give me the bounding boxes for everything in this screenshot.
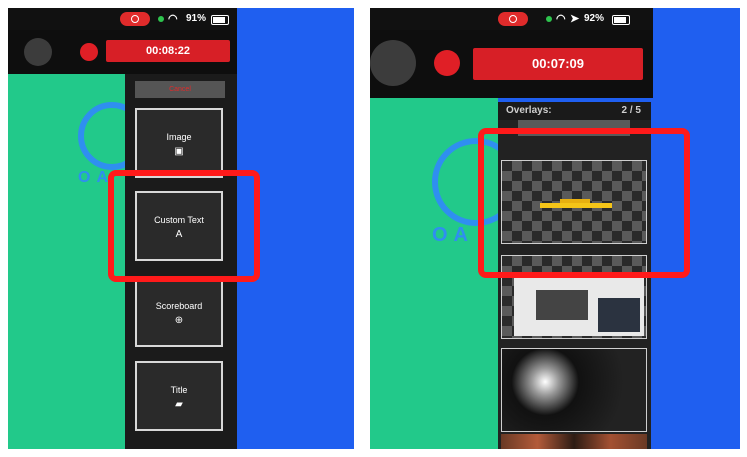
- record-button[interactable]: [80, 43, 98, 61]
- menu-item-label: Title: [170, 385, 188, 395]
- camera-switch-button[interactable]: [370, 40, 416, 86]
- menu-item-label: Scoreboard: [155, 301, 203, 311]
- overlay-item-photo[interactable]: [501, 434, 647, 449]
- overlays-count: 2 / 5: [621, 105, 641, 116]
- menu-item-image[interactable]: Image ▣: [135, 108, 223, 178]
- left-screenshot: ◠ 91% 00:08:22 OA Cancel Image ▣ Custom …: [8, 8, 354, 449]
- overlays-header: Overlays: 2 / 5: [498, 102, 651, 120]
- status-bar: ◠ 91%: [8, 8, 237, 30]
- record-button[interactable]: [434, 50, 460, 76]
- overlays-label: Overlays:: [506, 105, 552, 116]
- menu-item-title[interactable]: Title ▰: [135, 361, 223, 431]
- logo-text: OA: [432, 224, 474, 246]
- location-arrow-icon: ➤: [570, 13, 580, 25]
- recording-indicator-pill[interactable]: [498, 12, 528, 26]
- camera-switch-button[interactable]: [24, 38, 52, 66]
- thumbnail-image: [598, 298, 640, 332]
- battery-icon: [211, 15, 229, 25]
- recording-timer: 00:07:09: [473, 48, 643, 80]
- recording-timer: 00:08:22: [106, 40, 230, 62]
- camera-active-dot: [546, 16, 552, 22]
- overlay-thumbnail: [514, 276, 644, 336]
- battery-icon: [612, 15, 630, 25]
- right-screenshot: ◠ ➤ 92% 00:07:09 OA Overlays: 2 / 5: [370, 8, 740, 449]
- recording-toolbar: 00:07:09: [370, 30, 653, 98]
- menu-item-scoreboard[interactable]: Scoreboard ⊕: [135, 277, 223, 347]
- menu-item-label: Image: [166, 132, 192, 142]
- scoreboard-icon: ⊕: [174, 315, 184, 326]
- thumbnail-image: [536, 290, 588, 320]
- camera-active-dot: [158, 16, 164, 22]
- wifi-icon: ◠: [556, 13, 566, 25]
- wifi-icon: ◠: [168, 13, 178, 25]
- battery-percent: 92%: [584, 13, 605, 24]
- overlay-item-photo[interactable]: [501, 348, 647, 432]
- image-icon: ▣: [174, 146, 184, 157]
- title-icon: ▰: [175, 399, 183, 410]
- highlight-box: [108, 170, 260, 282]
- highlight-box: [478, 128, 690, 278]
- recording-indicator-pill[interactable]: [120, 12, 150, 26]
- cancel-button[interactable]: Cancel: [135, 81, 225, 98]
- status-bar: ◠ ➤ 92%: [370, 8, 653, 30]
- recording-toolbar: 00:08:22: [8, 30, 237, 74]
- battery-percent: 91%: [186, 13, 207, 24]
